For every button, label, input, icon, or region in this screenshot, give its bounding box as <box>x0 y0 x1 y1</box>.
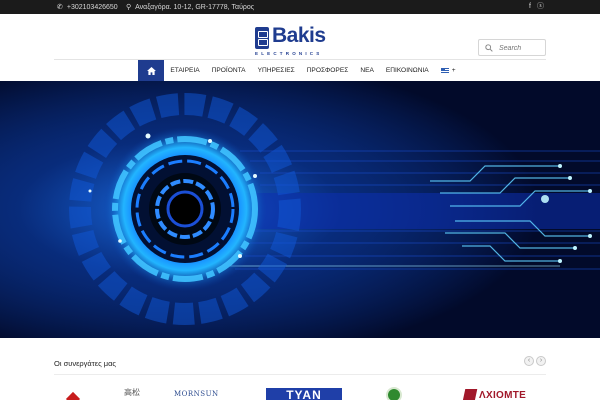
partners-next-button[interactable]: › <box>536 356 546 366</box>
main-nav: ΕΤΑΙΡΕΙΑ ΠΡΟΪΟΝΤΑ ΥΠΗΡΕΣΙΕΣ ΠΡΟΣΦΟΡΕΣ ΝΕ… <box>54 59 546 81</box>
partners-divider <box>54 374 546 375</box>
nav-company[interactable]: ΕΤΑΙΡΕΙΑ <box>164 60 205 81</box>
hero-banner <box>0 81 600 338</box>
nav-services[interactable]: ΥΠΗΡΕΣΙΕΣ <box>252 60 301 81</box>
partner-logo-takamatsu[interactable]: 高松 <box>124 387 140 398</box>
skype-icon[interactable]: ⓢ <box>537 2 544 12</box>
partners-prev-button[interactable]: ‹ <box>524 356 534 366</box>
search-input[interactable] <box>499 42 543 54</box>
logo-mark-icon <box>255 27 269 49</box>
logo-subtitle: ELECTRONICS <box>255 51 323 56</box>
address-contact: ⚲ Αναξαγόρα. 10-12, GR-17778, Ταύρος <box>126 3 255 12</box>
axiomtek-mark-icon <box>462 389 478 400</box>
search-icon <box>485 44 493 52</box>
search-box[interactable] <box>478 39 546 56</box>
facebook-icon[interactable]: f <box>529 2 531 12</box>
nav-home[interactable] <box>138 60 165 81</box>
language-switcher[interactable]: + <box>435 60 462 81</box>
nav-contact[interactable]: ΕΠΙΚΟΙΝΩΝΙΑ <box>380 60 435 81</box>
logo-name: Bakis <box>272 24 326 47</box>
axiomtek-text: ΛXIOMTE <box>479 389 527 400</box>
top-bar: ✆ +302103426650 ⚲ Αναξαγόρα. 10-12, GR-1… <box>0 0 600 14</box>
phone-icon: ✆ <box>57 4 63 11</box>
partner-logo-red-diamond[interactable] <box>65 391 81 400</box>
nav-news[interactable]: ΝΕΑ <box>354 60 380 81</box>
site-header: Bakis ELECTRONICS <box>0 14 600 60</box>
partner-logo-tyan[interactable]: TYAN <box>266 388 342 400</box>
address-text: Αναξαγόρα. 10-12, GR-17778, Ταύρος <box>135 3 255 11</box>
phone-number: +302103426650 <box>66 3 118 11</box>
partner-logo-mornsun[interactable]: MORNSUN <box>174 390 219 398</box>
partner-logos: 高松 MORNSUN TYAN ΛXIOMTE <box>54 384 546 400</box>
partners-heading: Οι συνεργάτες μας <box>54 359 117 368</box>
site-logo[interactable]: Bakis ELECTRONICS <box>255 24 337 56</box>
greek-flag-icon <box>440 67 449 74</box>
nav-products[interactable]: ΠΡΟΪΟΝΤΑ <box>206 60 252 81</box>
phone-contact[interactable]: ✆ +302103426650 <box>57 3 118 12</box>
social-links: f ⓢ <box>529 2 544 12</box>
nav-offers[interactable]: ΠΡΟΣΦΟΡΕΣ <box>301 60 355 81</box>
hero-circuit-image <box>0 81 600 338</box>
language-plus: + <box>451 67 456 74</box>
location-pin-icon: ⚲ <box>126 4 132 11</box>
home-icon <box>146 66 156 75</box>
partner-logo-green-badge[interactable] <box>386 387 402 400</box>
partner-logo-axiomtek[interactable]: ΛXIOMTE <box>462 388 527 400</box>
